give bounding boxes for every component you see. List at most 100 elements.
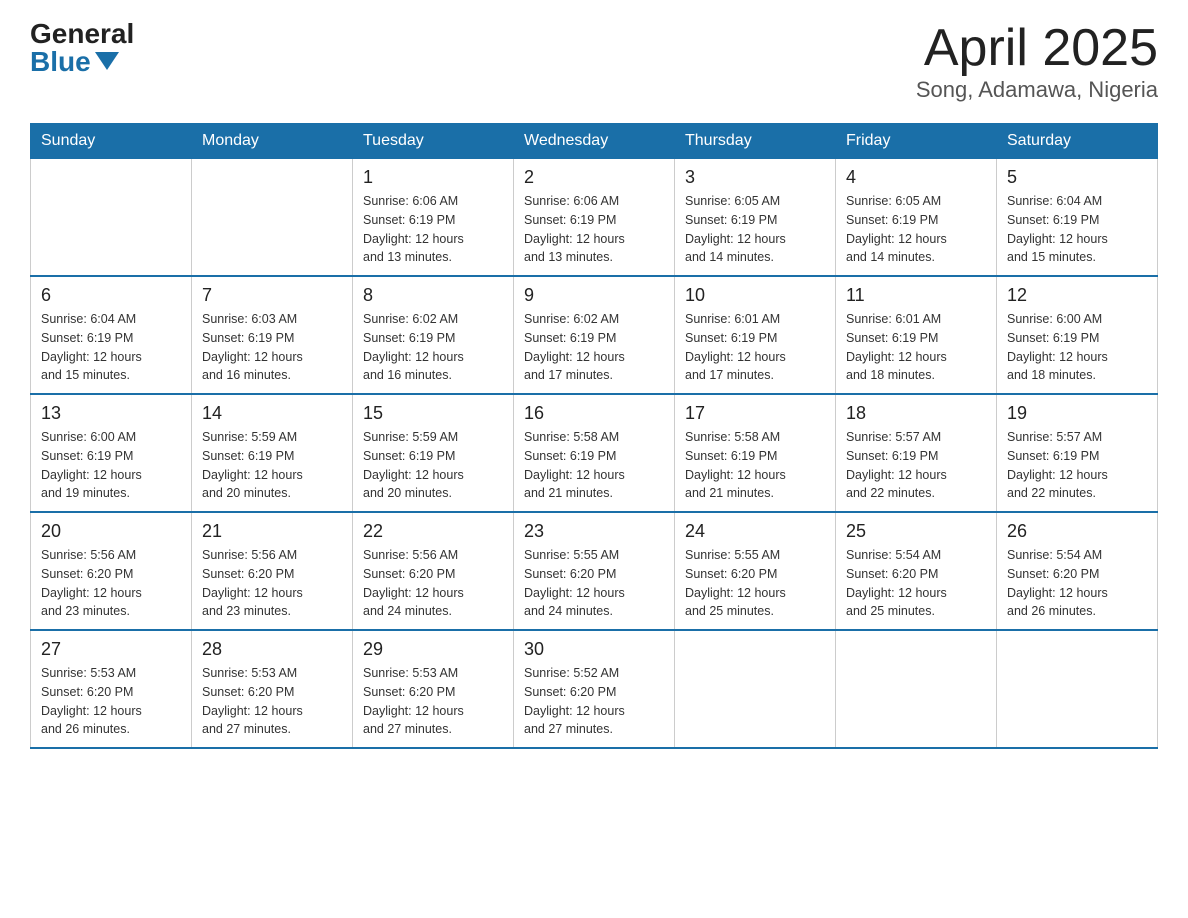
day-number: 9 xyxy=(524,285,664,306)
day-info: Sunrise: 6:00 AMSunset: 6:19 PMDaylight:… xyxy=(1007,310,1147,385)
day-number: 17 xyxy=(685,403,825,424)
calendar-cell: 27 Sunrise: 5:53 AMSunset: 6:20 PMDayligh… xyxy=(31,630,192,748)
day-info: Sunrise: 6:01 AMSunset: 6:19 PMDaylight:… xyxy=(685,310,825,385)
day-number: 20 xyxy=(41,521,181,542)
calendar-cell: 9 Sunrise: 6:02 AMSunset: 6:19 PMDaylight… xyxy=(514,276,675,394)
calendar-cell: 24 Sunrise: 5:55 AMSunset: 6:20 PMDayligh… xyxy=(675,512,836,630)
calendar-cell xyxy=(997,630,1158,748)
page-title: April 2025 xyxy=(916,20,1158,77)
day-number: 25 xyxy=(846,521,986,542)
day-number: 23 xyxy=(524,521,664,542)
calendar-week-4: 20 Sunrise: 5:56 AMSunset: 6:20 PMDayligh… xyxy=(31,512,1158,630)
header-cell-wednesday: Wednesday xyxy=(514,124,675,159)
day-number: 22 xyxy=(363,521,503,542)
day-number: 1 xyxy=(363,167,503,188)
calendar-cell: 15Sunrise: 5:59 AMSunset: 6:19 PMDayligh… xyxy=(353,394,514,512)
day-number: 11 xyxy=(846,285,986,306)
calendar-week-3: 13 Sunrise: 6:00 AMSunset: 6:19 PMDayligh… xyxy=(31,394,1158,512)
day-number: 7 xyxy=(202,285,342,306)
day-number: 27 xyxy=(41,639,181,660)
calendar-body: 1 Sunrise: 6:06 AMSunset: 6:19 PMDaylight… xyxy=(31,159,1158,749)
day-info: Sunrise: 6:04 AMSunset: 6:19 PMDaylight:… xyxy=(41,310,181,385)
day-number: 24 xyxy=(685,521,825,542)
calendar-cell: 3 Sunrise: 6:05 AMSunset: 6:19 PMDaylight… xyxy=(675,159,836,277)
day-info: Sunrise: 6:05 AMSunset: 6:19 PMDaylight:… xyxy=(685,192,825,267)
calendar-cell: 10 Sunrise: 6:01 AMSunset: 6:19 PMDayligh… xyxy=(675,276,836,394)
header-cell-monday: Monday xyxy=(192,124,353,159)
day-number: 14 xyxy=(202,403,342,424)
day-info: Sunrise: 5:54 AMSunset: 6:20 PMDaylight:… xyxy=(1007,546,1147,621)
calendar-cell: 8 Sunrise: 6:02 AMSunset: 6:19 PMDaylight… xyxy=(353,276,514,394)
day-info: Sunrise: 5:53 AMSunset: 6:20 PMDaylight:… xyxy=(41,664,181,739)
day-info: Sunrise: 5:53 AMSunset: 6:20 PMDaylight:… xyxy=(363,664,503,739)
day-info: Sunrise: 6:05 AMSunset: 6:19 PMDaylight:… xyxy=(846,192,986,267)
header-cell-friday: Friday xyxy=(836,124,997,159)
day-number: 26 xyxy=(1007,521,1147,542)
logo-blue-text: Blue xyxy=(30,48,119,76)
day-number: 5 xyxy=(1007,167,1147,188)
page-subtitle: Song, Adamawa, Nigeria xyxy=(916,77,1158,103)
day-info: Sunrise: 5:56 AMSunset: 6:20 PMDaylight:… xyxy=(363,546,503,621)
calendar-week-5: 27 Sunrise: 5:53 AMSunset: 6:20 PMDayligh… xyxy=(31,630,1158,748)
page-header: General Blue April 2025 Song, Adamawa, N… xyxy=(30,20,1158,103)
day-info: Sunrise: 5:55 AMSunset: 6:20 PMDaylight:… xyxy=(685,546,825,621)
calendar-cell: 22 Sunrise: 5:56 AMSunset: 6:20 PMDayligh… xyxy=(353,512,514,630)
calendar-cell: 21Sunrise: 5:56 AMSunset: 6:20 PMDayligh… xyxy=(192,512,353,630)
calendar-cell: 13 Sunrise: 6:00 AMSunset: 6:19 PMDayligh… xyxy=(31,394,192,512)
day-info: Sunrise: 6:02 AMSunset: 6:19 PMDaylight:… xyxy=(524,310,664,385)
calendar-cell: 2 Sunrise: 6:06 AMSunset: 6:19 PMDaylight… xyxy=(514,159,675,277)
day-info: Sunrise: 6:06 AMSunset: 6:19 PMDaylight:… xyxy=(524,192,664,267)
calendar-cell: 19 Sunrise: 5:57 AMSunset: 6:19 PMDayligh… xyxy=(997,394,1158,512)
day-number: 12 xyxy=(1007,285,1147,306)
day-info: Sunrise: 5:54 AMSunset: 6:20 PMDaylight:… xyxy=(846,546,986,621)
day-number: 3 xyxy=(685,167,825,188)
day-info: Sunrise: 6:04 AMSunset: 6:19 PMDaylight:… xyxy=(1007,192,1147,267)
logo: General Blue xyxy=(30,20,134,76)
day-info: Sunrise: 5:56 AMSunset: 6:20 PMDaylight:… xyxy=(202,546,342,621)
calendar-cell: 23 Sunrise: 5:55 AMSunset: 6:20 PMDayligh… xyxy=(514,512,675,630)
day-info: Sunrise: 5:52 AMSunset: 6:20 PMDaylight:… xyxy=(524,664,664,739)
day-number: 15 xyxy=(363,403,503,424)
header-cell-tuesday: Tuesday xyxy=(353,124,514,159)
calendar-week-2: 6 Sunrise: 6:04 AMSunset: 6:19 PMDaylight… xyxy=(31,276,1158,394)
calendar-table: SundayMondayTuesdayWednesdayThursdayFrid… xyxy=(30,123,1158,749)
day-info: Sunrise: 6:00 AMSunset: 6:19 PMDaylight:… xyxy=(41,428,181,503)
calendar-cell: 16 Sunrise: 5:58 AMSunset: 6:19 PMDayligh… xyxy=(514,394,675,512)
day-number: 8 xyxy=(363,285,503,306)
day-info: Sunrise: 5:53 AMSunset: 6:20 PMDaylight:… xyxy=(202,664,342,739)
calendar-cell: 25 Sunrise: 5:54 AMSunset: 6:20 PMDayligh… xyxy=(836,512,997,630)
day-number: 16 xyxy=(524,403,664,424)
logo-general-text: General xyxy=(30,20,134,48)
calendar-cell: 18Sunrise: 5:57 AMSunset: 6:19 PMDayligh… xyxy=(836,394,997,512)
day-number: 19 xyxy=(1007,403,1147,424)
day-info: Sunrise: 5:55 AMSunset: 6:20 PMDaylight:… xyxy=(524,546,664,621)
calendar-cell: 7Sunrise: 6:03 AMSunset: 6:19 PMDaylight… xyxy=(192,276,353,394)
header-cell-thursday: Thursday xyxy=(675,124,836,159)
calendar-cell: 28 Sunrise: 5:53 AMSunset: 6:20 PMDayligh… xyxy=(192,630,353,748)
day-number: 2 xyxy=(524,167,664,188)
day-number: 6 xyxy=(41,285,181,306)
day-info: Sunrise: 5:58 AMSunset: 6:19 PMDaylight:… xyxy=(524,428,664,503)
calendar-cell: 29Sunrise: 5:53 AMSunset: 6:20 PMDayligh… xyxy=(353,630,514,748)
day-number: 28 xyxy=(202,639,342,660)
day-info: Sunrise: 5:57 AMSunset: 6:19 PMDaylight:… xyxy=(1007,428,1147,503)
calendar-header: SundayMondayTuesdayWednesdayThursdayFrid… xyxy=(31,124,1158,159)
calendar-week-1: 1 Sunrise: 6:06 AMSunset: 6:19 PMDaylight… xyxy=(31,159,1158,277)
calendar-cell: 12 Sunrise: 6:00 AMSunset: 6:19 PMDayligh… xyxy=(997,276,1158,394)
logo-triangle-icon xyxy=(95,52,119,70)
calendar-cell: 1 Sunrise: 6:06 AMSunset: 6:19 PMDaylight… xyxy=(353,159,514,277)
calendar-cell: 14Sunrise: 5:59 AMSunset: 6:19 PMDayligh… xyxy=(192,394,353,512)
header-row: SundayMondayTuesdayWednesdayThursdayFrid… xyxy=(31,124,1158,159)
title-block: April 2025 Song, Adamawa, Nigeria xyxy=(916,20,1158,103)
day-info: Sunrise: 6:06 AMSunset: 6:19 PMDaylight:… xyxy=(363,192,503,267)
calendar-cell xyxy=(675,630,836,748)
day-number: 13 xyxy=(41,403,181,424)
calendar-cell xyxy=(31,159,192,277)
day-number: 4 xyxy=(846,167,986,188)
calendar-cell xyxy=(192,159,353,277)
calendar-cell: 5 Sunrise: 6:04 AMSunset: 6:19 PMDaylight… xyxy=(997,159,1158,277)
day-number: 10 xyxy=(685,285,825,306)
day-info: Sunrise: 6:02 AMSunset: 6:19 PMDaylight:… xyxy=(363,310,503,385)
day-info: Sunrise: 6:01 AMSunset: 6:19 PMDaylight:… xyxy=(846,310,986,385)
day-number: 30 xyxy=(524,639,664,660)
